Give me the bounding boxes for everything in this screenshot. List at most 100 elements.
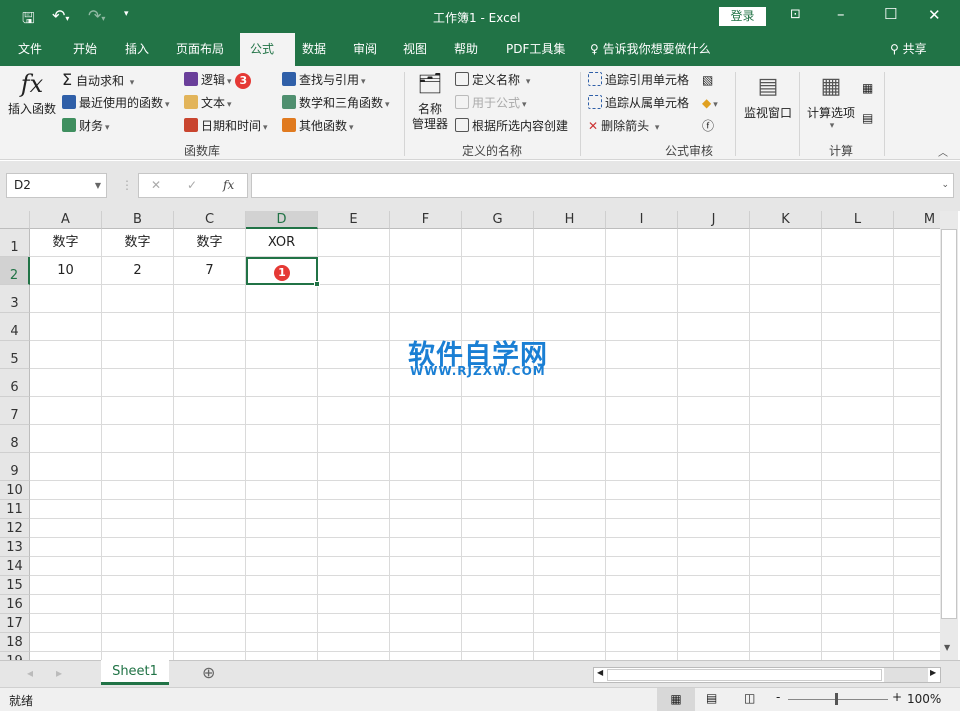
cell-k4[interactable] xyxy=(750,313,822,341)
row-header-17[interactable]: 17 xyxy=(0,614,30,633)
cell-g15[interactable] xyxy=(462,576,534,595)
add-sheet-icon[interactable]: ⊕ xyxy=(202,663,215,682)
cell-d12[interactable] xyxy=(246,519,318,538)
cell-d8[interactable] xyxy=(246,425,318,453)
cell-a17[interactable] xyxy=(30,614,102,633)
more-functions-button[interactable]: 其他函数 ▾ xyxy=(282,116,354,136)
cell-f18[interactable] xyxy=(390,633,462,652)
cell-b1[interactable]: 数字 xyxy=(102,229,174,257)
cell-f8[interactable] xyxy=(390,425,462,453)
cell-l12[interactable] xyxy=(822,519,894,538)
row-header-2[interactable]: 2 xyxy=(0,257,30,285)
cell-f15[interactable] xyxy=(390,576,462,595)
cell-j15[interactable] xyxy=(678,576,750,595)
cell-e11[interactable] xyxy=(318,500,390,519)
cell-e13[interactable] xyxy=(318,538,390,557)
error-checking-icon[interactable]: ◆ ▾ xyxy=(702,93,718,113)
tab-help[interactable]: 帮助 xyxy=(454,33,478,66)
cell-l7[interactable] xyxy=(822,397,894,425)
cell-e17[interactable] xyxy=(318,614,390,633)
cell-a12[interactable] xyxy=(30,519,102,538)
cell-a16[interactable] xyxy=(30,595,102,614)
insert-function-icon[interactable]: fx xyxy=(223,174,234,197)
cell-e19[interactable] xyxy=(318,652,390,660)
cell-h10[interactable] xyxy=(534,481,606,500)
row-header-14[interactable]: 14 xyxy=(0,557,30,576)
cell-m17[interactable] xyxy=(894,614,940,633)
financial-button[interactable]: 财务 ▾ xyxy=(62,116,110,136)
use-in-formula-button[interactable]: 用于公式 ▾ xyxy=(455,93,527,113)
cell-k8[interactable] xyxy=(750,425,822,453)
cell-i14[interactable] xyxy=(606,557,678,576)
cell-e6[interactable] xyxy=(318,369,390,397)
cell-c16[interactable] xyxy=(174,595,246,614)
row-header-9[interactable]: 9 xyxy=(0,453,30,481)
cell-g9[interactable] xyxy=(462,453,534,481)
cell-g7[interactable] xyxy=(462,397,534,425)
zoom-out-button[interactable]: - xyxy=(776,690,780,704)
prev-sheet-icon[interactable]: ◂ xyxy=(27,666,33,680)
cell-l15[interactable] xyxy=(822,576,894,595)
column-header-i[interactable]: I xyxy=(606,211,678,229)
evaluate-formula-icon[interactable]: ⓕ xyxy=(702,116,714,136)
cell-a13[interactable] xyxy=(30,538,102,557)
row-header-15[interactable]: 15 xyxy=(0,576,30,595)
cell-k17[interactable] xyxy=(750,614,822,633)
cell-e8[interactable] xyxy=(318,425,390,453)
cell-b7[interactable] xyxy=(102,397,174,425)
cell-h8[interactable] xyxy=(534,425,606,453)
tab-review[interactable]: 审阅 xyxy=(353,33,377,66)
row-header-18[interactable]: 18 xyxy=(0,633,30,652)
cell-k3[interactable] xyxy=(750,285,822,313)
calc-options-button[interactable]: ▦ 计算选项 ▾ xyxy=(805,74,857,131)
cell-b18[interactable] xyxy=(102,633,174,652)
cell-j16[interactable] xyxy=(678,595,750,614)
cell-b6[interactable] xyxy=(102,369,174,397)
cell-j9[interactable] xyxy=(678,453,750,481)
row-header-11[interactable]: 11 xyxy=(0,500,30,519)
cancel-icon[interactable]: ✕ xyxy=(151,174,161,197)
cell-c9[interactable] xyxy=(174,453,246,481)
cell-f17[interactable] xyxy=(390,614,462,633)
zoom-level[interactable]: 100% xyxy=(907,692,941,706)
column-header-k[interactable]: K xyxy=(750,211,822,229)
collapse-ribbon-icon[interactable]: ︿ xyxy=(938,144,948,159)
cell-e12[interactable] xyxy=(318,519,390,538)
cell-f7[interactable] xyxy=(390,397,462,425)
cell-j6[interactable] xyxy=(678,369,750,397)
cell-g2[interactable] xyxy=(462,257,534,285)
watch-window-button[interactable]: ▤ 监视窗口 xyxy=(742,74,794,121)
tab-view[interactable]: 视图 xyxy=(403,33,427,66)
cell-c13[interactable] xyxy=(174,538,246,557)
cell-h14[interactable] xyxy=(534,557,606,576)
cell-i5[interactable] xyxy=(606,341,678,369)
cell-i7[interactable] xyxy=(606,397,678,425)
tab-data[interactable]: 数据 xyxy=(302,33,326,66)
cell-l2[interactable] xyxy=(822,257,894,285)
enter-icon[interactable]: ✓ xyxy=(187,174,197,197)
cell-i3[interactable] xyxy=(606,285,678,313)
cell-m15[interactable] xyxy=(894,576,940,595)
cell-j5[interactable] xyxy=(678,341,750,369)
cell-d4[interactable] xyxy=(246,313,318,341)
cell-l4[interactable] xyxy=(822,313,894,341)
cell-i16[interactable] xyxy=(606,595,678,614)
cell-i15[interactable] xyxy=(606,576,678,595)
column-header-f[interactable]: F xyxy=(390,211,462,229)
cell-i10[interactable] xyxy=(606,481,678,500)
cell-m8[interactable] xyxy=(894,425,940,453)
row-header-12[interactable]: 12 xyxy=(0,519,30,538)
cell-f1[interactable] xyxy=(390,229,462,257)
show-formulas-icon[interactable]: ▧ xyxy=(702,70,713,90)
cell-g17[interactable] xyxy=(462,614,534,633)
cell-e16[interactable] xyxy=(318,595,390,614)
cell-g12[interactable] xyxy=(462,519,534,538)
cell-h1[interactable] xyxy=(534,229,606,257)
cell-h18[interactable] xyxy=(534,633,606,652)
cell-j3[interactable] xyxy=(678,285,750,313)
cell-a1[interactable]: 数字 xyxy=(30,229,102,257)
cell-c12[interactable] xyxy=(174,519,246,538)
cell-d6[interactable] xyxy=(246,369,318,397)
column-header-e[interactable]: E xyxy=(318,211,390,229)
zoom-slider-thumb[interactable] xyxy=(835,693,838,705)
